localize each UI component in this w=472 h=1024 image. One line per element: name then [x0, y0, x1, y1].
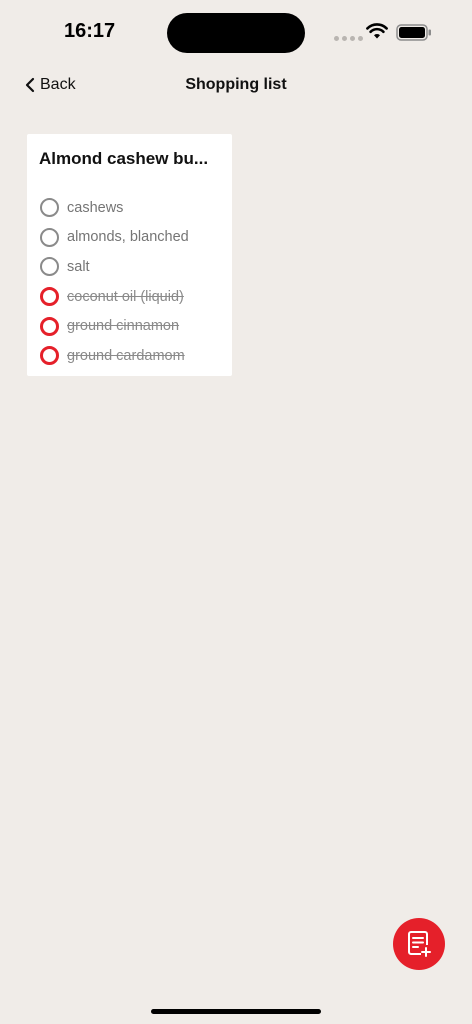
list-item[interactable]: coconut oil (liquid)	[39, 282, 220, 312]
add-list-button[interactable]	[393, 918, 445, 970]
checkbox-circle[interactable]	[40, 346, 59, 366]
dynamic-island	[167, 13, 305, 53]
checkbox-circle[interactable]	[40, 257, 59, 277]
item-label: almonds, blanched	[67, 229, 189, 246]
item-label: coconut oil (liquid)	[67, 288, 184, 305]
home-indicator	[151, 1009, 321, 1014]
checkbox-circle[interactable]	[40, 227, 59, 247]
battery-icon	[396, 24, 431, 41]
list-item[interactable]: ground cinnamon	[39, 311, 220, 341]
checkbox-circle[interactable]	[40, 316, 59, 336]
item-label: salt	[67, 258, 90, 275]
list-item[interactable]: almonds, blanched	[39, 223, 220, 253]
back-label: Back	[40, 76, 76, 93]
cellular-signal-icon	[334, 36, 363, 41]
item-label: ground cardamom	[67, 347, 185, 364]
wifi-icon	[366, 23, 388, 39]
checkbox-circle[interactable]	[40, 287, 59, 307]
recipe-card[interactable]: Almond cashew bu... cashews almonds, bla…	[27, 134, 232, 376]
recipe-title: Almond cashew bu...	[39, 149, 209, 168]
back-button[interactable]: Back	[24, 74, 76, 96]
ingredient-list: cashews almonds, blanched salt coconut o…	[39, 193, 220, 371]
list-item[interactable]: salt	[39, 252, 220, 282]
checkbox-circle[interactable]	[40, 198, 59, 218]
item-label: ground cinnamon	[67, 318, 180, 335]
status-time: 16:17	[64, 20, 116, 42]
item-label: cashews	[67, 199, 124, 216]
shopping-list-screen: 16:17 Shopping list Back Almond cashew b…	[0, 0, 472, 1024]
list-item[interactable]: ground cardamom	[39, 341, 220, 371]
list-add-icon	[408, 931, 431, 957]
list-item[interactable]: cashews	[39, 193, 220, 223]
chevron-left-icon	[25, 77, 35, 93]
